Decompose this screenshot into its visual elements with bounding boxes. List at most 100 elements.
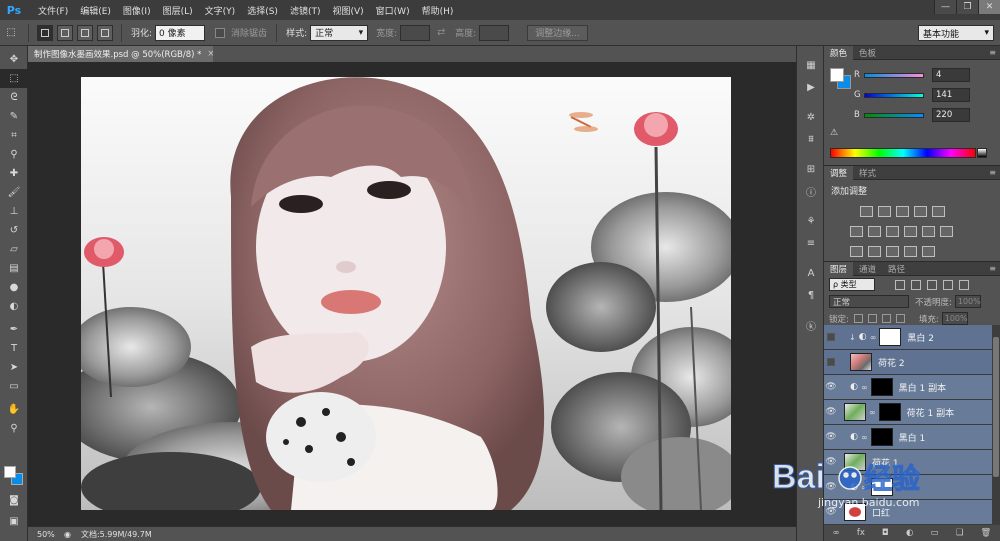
layer-row[interactable]: 👁 ◐ ∞ 黑白 1 副本 [824, 375, 992, 400]
rectangular-marquee-tool-icon[interactable]: ⬚ [0, 69, 28, 88]
close-button[interactable]: ✕ [978, 0, 1000, 14]
menu-help[interactable]: 帮助(H) [416, 4, 460, 17]
layer-thumbnail[interactable] [844, 403, 866, 421]
document-canvas[interactable] [81, 77, 731, 510]
layer-filter-select[interactable]: ρ 类型 [829, 278, 875, 291]
trash-icon[interactable]: 🗑 [981, 528, 992, 538]
eraser-tool-icon[interactable]: ▱ [0, 240, 28, 259]
path-selection-tool-icon[interactable]: ➤ [0, 358, 28, 377]
layer-name[interactable]: 黑白 2 [907, 331, 934, 344]
zoom-tool-icon[interactable]: ⚲ [0, 419, 28, 438]
status-menu-icon[interactable]: ◉ [64, 530, 71, 539]
menu-view[interactable]: 视图(V) [326, 4, 369, 17]
color-panel-foreground[interactable] [830, 68, 844, 82]
new-selection-button[interactable] [37, 24, 53, 41]
menu-window[interactable]: 窗口(W) [370, 4, 416, 17]
layer-row[interactable]: 👁 口红 [824, 500, 992, 525]
layer-thumbnail[interactable] [844, 503, 866, 521]
dodge-tool-icon[interactable]: ◐ [0, 297, 28, 316]
black-white-icon[interactable] [886, 226, 899, 237]
panel-menu-icon[interactable]: ≡ [989, 48, 996, 57]
chain-link-icon[interactable]: ∞ [861, 383, 868, 392]
crop-tool-icon[interactable]: ⌗ [0, 126, 28, 145]
lock-transparent-icon[interactable] [853, 314, 863, 323]
filter-adjustment-icon[interactable] [911, 279, 921, 290]
invert-icon[interactable] [850, 246, 863, 257]
selective-color-icon[interactable] [922, 246, 935, 257]
screen-mode-icon[interactable]: ▣ [0, 512, 28, 531]
menu-file[interactable]: 文件(F) [32, 4, 74, 17]
filter-type-icon[interactable] [927, 279, 937, 290]
color-balance-icon[interactable] [868, 226, 881, 237]
new-layer-icon[interactable]: ❏ [956, 528, 964, 538]
feather-input[interactable]: 0 像素 [155, 24, 206, 41]
layer-mask-thumbnail[interactable] [870, 378, 893, 396]
mask-icon[interactable]: ◘ [882, 528, 889, 538]
eye-icon[interactable]: 👁 [824, 432, 838, 442]
chain-link-icon[interactable]: ∞ [869, 408, 876, 417]
marquee-tool-preset-icon[interactable]: ⬚ [0, 22, 22, 44]
tab-styles[interactable]: 样式 [853, 166, 882, 180]
exposure-icon[interactable] [914, 206, 927, 217]
clone-source-icon[interactable]: ⚘ [797, 210, 825, 232]
pen-tool-icon[interactable]: ✒ [0, 320, 28, 339]
history-panel-icon[interactable]: ▦ [797, 54, 825, 76]
brush-presets-icon[interactable]: ≡ [797, 232, 825, 254]
add-selection-button[interactable] [57, 24, 73, 41]
gamut-warning-icon[interactable]: ⚠ [830, 128, 838, 138]
type-tool-icon[interactable]: T [0, 339, 28, 358]
blue-value-input[interactable]: 220 [932, 108, 970, 122]
red-slider[interactable] [864, 72, 924, 78]
layer-mask-thumbnail[interactable] [870, 478, 893, 496]
rectangle-tool-icon[interactable]: ▭ [0, 377, 28, 396]
filter-smart-object-icon[interactable] [959, 279, 969, 290]
color-lookup-icon[interactable] [940, 226, 953, 237]
lock-position-icon[interactable] [881, 314, 891, 323]
fx-icon[interactable]: fx [857, 528, 865, 538]
eye-icon[interactable]: 👁 [824, 407, 838, 417]
opacity-input[interactable]: 100% [954, 295, 981, 308]
menu-edit[interactable]: 编辑(E) [74, 4, 117, 17]
tab-color[interactable]: 颜色 [824, 45, 854, 60]
layer-row[interactable]: ↓ ◐ ∞ 黑白 2 [824, 325, 992, 350]
filter-shape-icon[interactable] [943, 279, 953, 290]
layer-mask-thumbnail[interactable] [879, 328, 902, 346]
layer-name[interactable]: 荷花 1 [872, 456, 899, 469]
restore-button[interactable]: ❐ [956, 0, 978, 14]
minimize-button[interactable]: — [934, 0, 956, 14]
layer-mask-thumbnail[interactable] [870, 428, 893, 446]
panel-menu-icon[interactable]: ≡ [989, 264, 996, 273]
green-slider[interactable] [864, 92, 924, 98]
menu-filter[interactable]: 滤镜(T) [284, 4, 327, 17]
layer-visibility-toggle[interactable] [827, 333, 835, 341]
layer-thumbnail[interactable] [844, 453, 866, 471]
layer-row[interactable]: 👁 ◐ ∞ [824, 475, 992, 500]
tab-paths[interactable]: 路径 [882, 262, 911, 276]
panel-menu-icon[interactable]: ≡ [989, 168, 996, 177]
red-value-input[interactable]: 4 [932, 68, 970, 82]
grayscale-ramp[interactable] [977, 148, 987, 158]
properties-panel-icon[interactable]: ⊞ [797, 158, 825, 180]
hue-saturation-icon[interactable] [850, 226, 863, 237]
layer-thumbnail[interactable] [850, 353, 872, 371]
layers-scrollbar-thumb[interactable] [993, 337, 999, 477]
foreground-color-swatch[interactable] [4, 466, 16, 478]
gradient-tool-icon[interactable]: ▤ [0, 259, 28, 278]
layer-name[interactable]: 口红 [872, 506, 890, 519]
brush-panel-icon[interactable]: ✲ [797, 106, 825, 128]
hand-tool-icon[interactable]: ✋ [0, 400, 28, 419]
filter-pixel-icon[interactable] [895, 279, 905, 290]
eye-icon[interactable]: 👁 [824, 457, 838, 467]
tab-channels[interactable]: 通道 [853, 262, 882, 276]
clone-stamp-tool-icon[interactable]: ⊥ [0, 202, 28, 221]
blur-tool-icon[interactable]: ● [0, 278, 28, 297]
green-value-input[interactable]: 141 [932, 88, 970, 102]
quick-selection-tool-icon[interactable]: ✎ [0, 107, 28, 126]
lasso-tool-icon[interactable]: ᘓ [0, 88, 28, 107]
blend-mode-select[interactable]: 正常 [829, 295, 909, 308]
color-spectrum-bar[interactable] [830, 148, 976, 158]
tab-adjustments[interactable]: 调整 [824, 165, 854, 180]
gradient-map-icon[interactable] [904, 246, 917, 257]
vibrance-icon[interactable] [932, 206, 945, 217]
link-icon[interactable]: ∞ [833, 528, 840, 538]
